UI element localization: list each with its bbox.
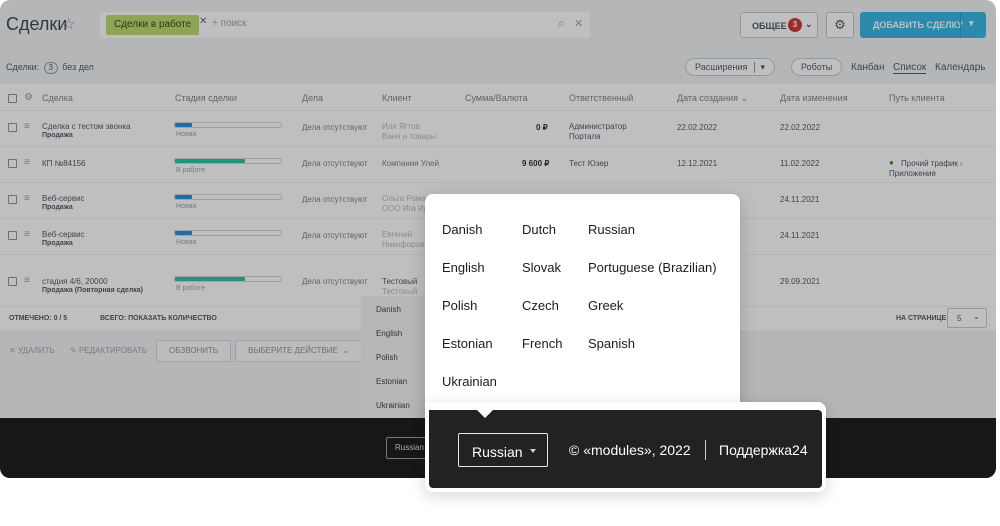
language-option-spanish[interactable]: Spanish xyxy=(588,336,635,351)
caret-down-icon xyxy=(530,449,536,453)
language-option-english[interactable]: English xyxy=(442,260,485,275)
language-option-ukrainian[interactable]: Ukrainian xyxy=(442,374,497,389)
popup-pointer xyxy=(475,408,495,418)
support-link[interactable]: Поддержка24 xyxy=(719,442,808,458)
language-option-dutch[interactable]: Dutch xyxy=(522,222,556,237)
footer-zoom: Russian © «modules», 2022 Поддержка24 xyxy=(429,410,822,488)
language-option-estonian[interactable]: Estonian xyxy=(442,336,493,351)
language-option-portuguese-brazilian[interactable]: Portuguese (Brazilian) xyxy=(588,260,717,275)
language-option-greek[interactable]: Greek xyxy=(588,298,623,313)
language-select[interactable]: Russian xyxy=(458,433,548,467)
language-option-slovak[interactable]: Slovak xyxy=(522,260,561,275)
language-option-danish[interactable]: Danish xyxy=(442,222,482,237)
language-option-czech[interactable]: Czech xyxy=(522,298,559,313)
language-select-value: Russian xyxy=(472,444,523,460)
language-option-french[interactable]: French xyxy=(522,336,562,351)
language-option-russian[interactable]: Russian xyxy=(588,222,635,237)
copyright-text: © «modules», 2022 xyxy=(569,442,691,458)
language-option-polish[interactable]: Polish xyxy=(442,298,477,313)
language-popup: Danish Dutch Russian English Slovak Port… xyxy=(425,194,740,416)
divider xyxy=(705,440,706,460)
